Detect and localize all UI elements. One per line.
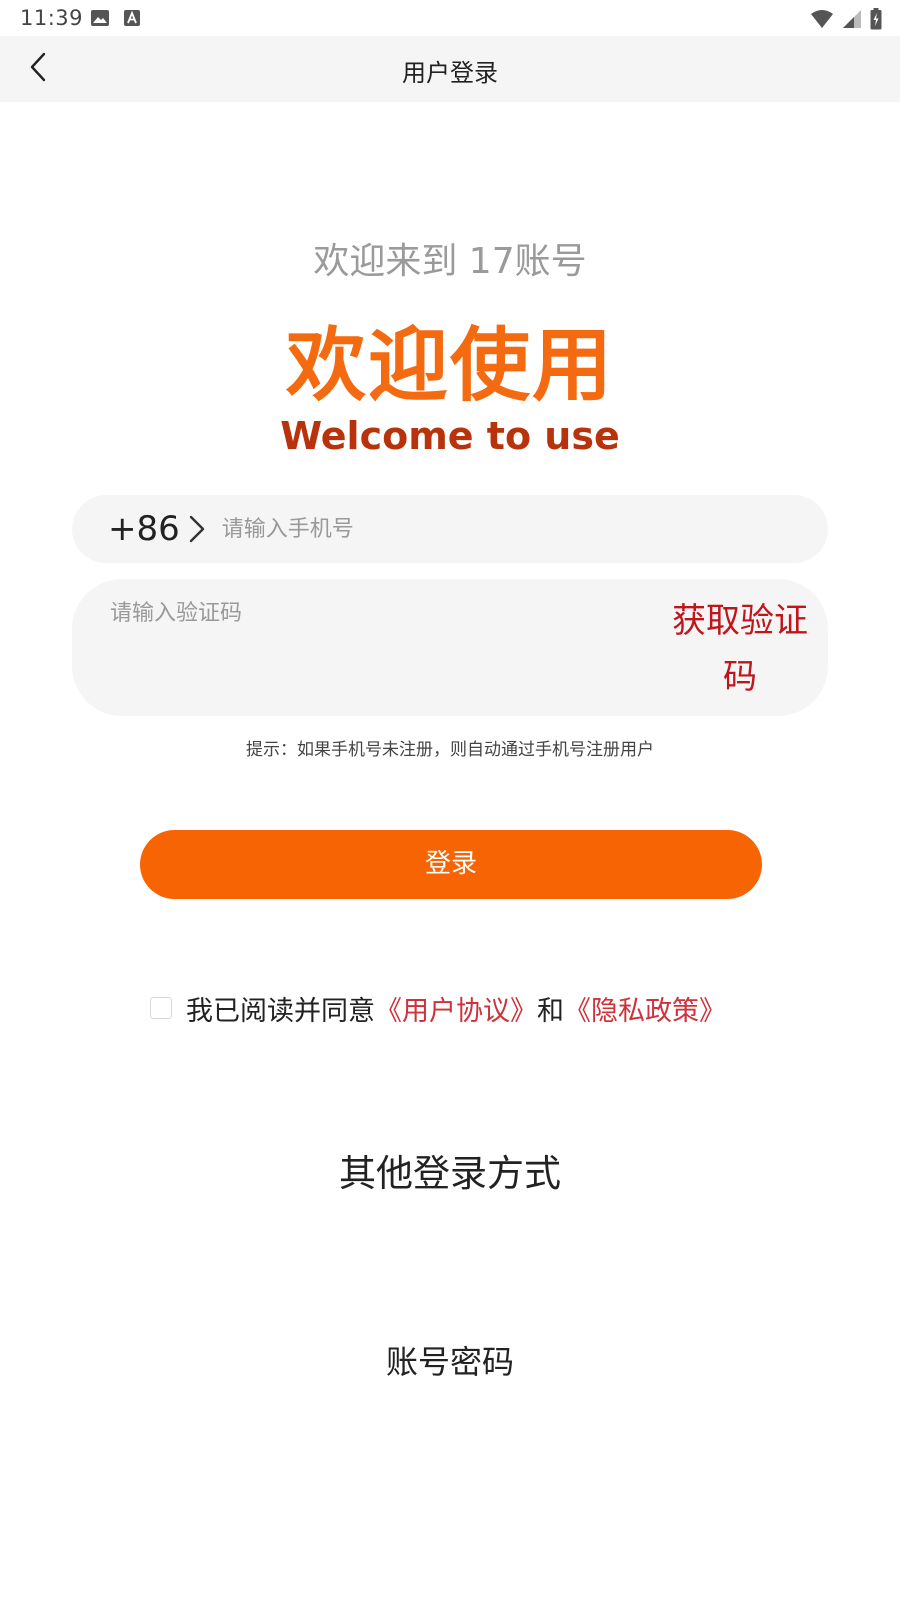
login-button[interactable]: 登录 xyxy=(140,830,762,899)
account-password-login[interactable]: 账号密码 xyxy=(0,1337,900,1383)
agreement-prefix: 我已阅读并同意 xyxy=(186,995,375,1027)
verification-code-input[interactable] xyxy=(110,593,610,633)
get-code-label-line2: 码 xyxy=(723,657,757,697)
get-code-button[interactable]: 获取验证 码 xyxy=(660,593,820,705)
agreement-row: 我已阅读并同意 《用户协议》 和 《隐私政策》 xyxy=(150,988,726,1028)
phone-input[interactable] xyxy=(221,499,828,559)
other-login-title: 其他登录方式 xyxy=(339,1152,561,1195)
welcome-text: 欢迎来到 17账号 xyxy=(313,241,587,282)
page-title: 用户登录 xyxy=(402,59,498,87)
app-header: 用户登录 xyxy=(0,36,900,102)
country-code[interactable]: +86 xyxy=(108,509,180,549)
status-bar: 11:39 xyxy=(0,0,900,36)
image-icon xyxy=(90,9,110,31)
status-time: 11:39 xyxy=(20,6,84,30)
font-icon xyxy=(123,9,141,31)
welcome-logo: 欢迎使用 Welcome to use xyxy=(0,318,900,458)
register-hint: 提示：如果手机号未注册，则自动通过手机号注册用户 xyxy=(246,740,654,760)
logo-cn-text: 欢迎使用 xyxy=(286,319,614,412)
agreement-and: 和 xyxy=(537,995,564,1027)
battery-icon xyxy=(870,8,882,34)
status-indicators xyxy=(810,8,882,34)
user-agreement-link[interactable]: 《用户协议》 xyxy=(375,989,537,1028)
agreement-checkbox[interactable] xyxy=(150,997,172,1019)
code-input-row: 获取验证 码 xyxy=(72,579,828,716)
wifi-icon xyxy=(810,9,834,33)
phone-input-row: +86 xyxy=(72,495,828,563)
logo-en-text: Welcome to use xyxy=(280,414,620,458)
get-code-label-line1: 获取验证 xyxy=(672,601,808,641)
privacy-policy-link[interactable]: 《隐私政策》 xyxy=(564,989,726,1028)
chevron-right-icon[interactable] xyxy=(188,512,210,546)
signal-icon xyxy=(842,9,862,33)
